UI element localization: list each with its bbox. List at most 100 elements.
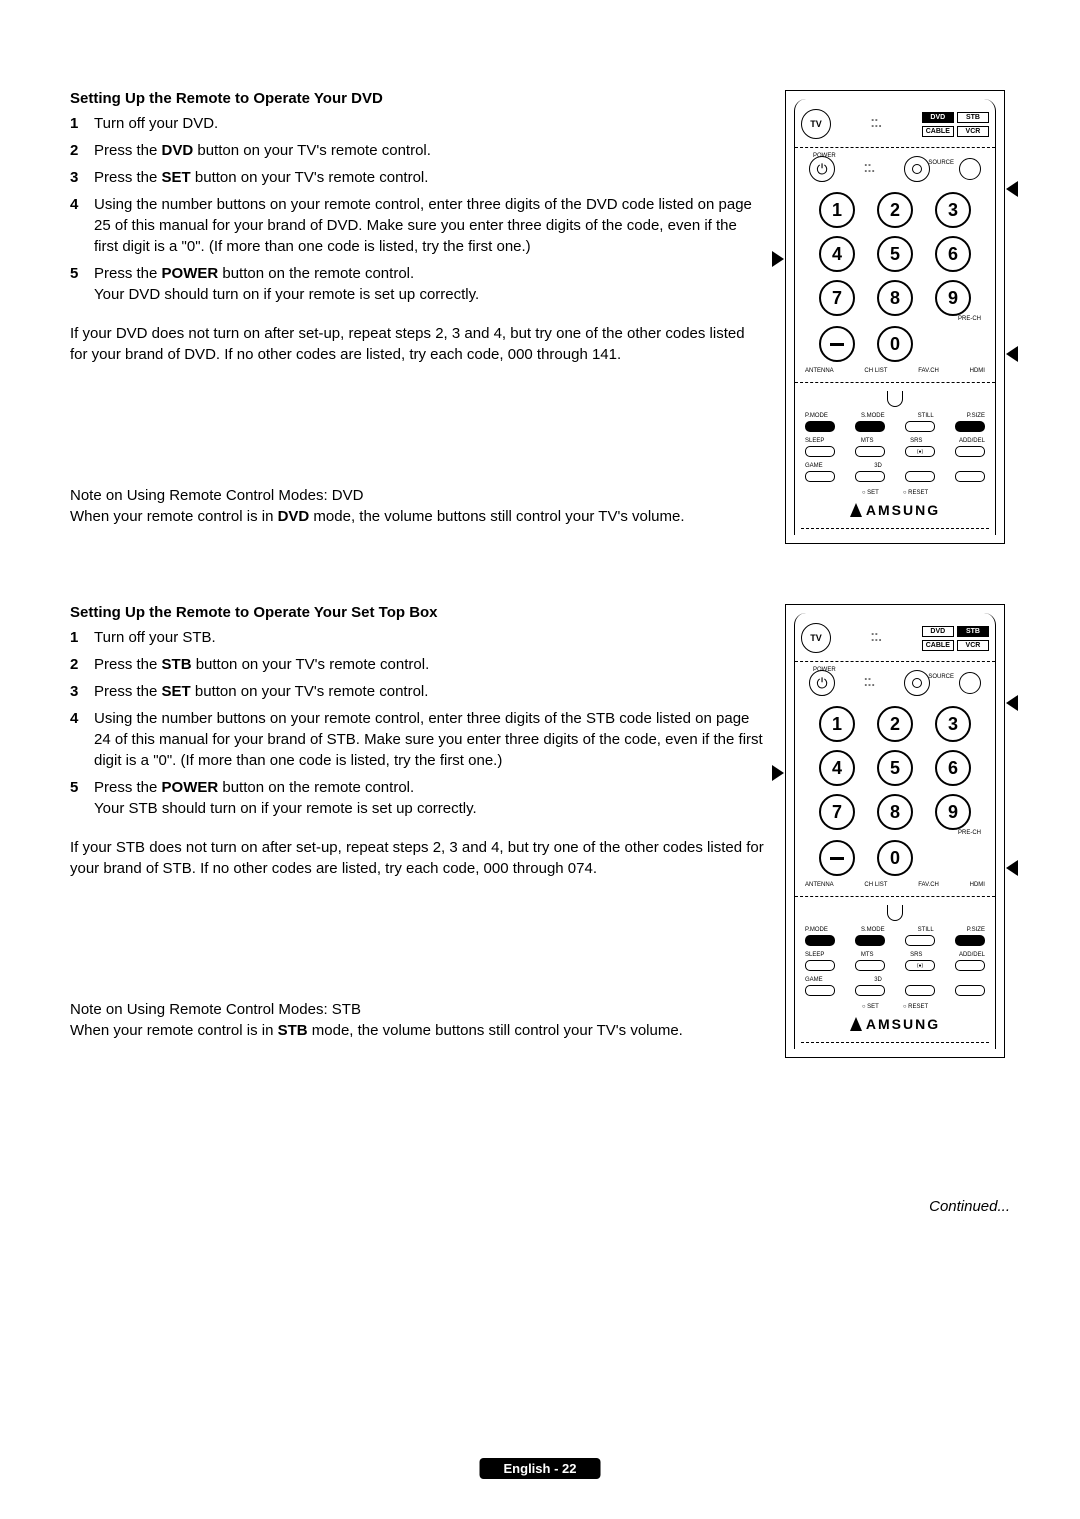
mini-button[interactable] xyxy=(955,960,985,971)
power-button[interactable] xyxy=(809,156,835,182)
label-game: GAME xyxy=(805,977,823,983)
mini-button[interactable] xyxy=(955,985,985,996)
section-0: Setting Up the Remote to Operate Your DV… xyxy=(70,90,1010,544)
mini-button[interactable] xyxy=(955,421,985,432)
num-1[interactable]: 1 xyxy=(819,192,855,228)
note-body: When your remote control is in STB mode,… xyxy=(70,1020,765,1041)
half-button[interactable] xyxy=(887,905,903,921)
pointer-arrow xyxy=(1006,860,1018,876)
mini-button[interactable] xyxy=(855,960,885,971)
pointer-arrow xyxy=(1006,695,1018,711)
num-6[interactable]: 6 xyxy=(935,236,971,272)
mini-button[interactable] xyxy=(905,985,935,996)
tv-button[interactable]: TV xyxy=(801,623,831,653)
label-hdmi: HDMI xyxy=(970,368,985,374)
source-button[interactable] xyxy=(904,156,930,182)
mode-dvd[interactable]: DVD xyxy=(922,112,954,123)
mini-button[interactable] xyxy=(855,446,885,457)
mini-button[interactable] xyxy=(855,935,885,946)
mini-button[interactable] xyxy=(805,960,835,971)
step-item: 3 Press the SET button on your TV's remo… xyxy=(70,681,765,702)
mini-button[interactable] xyxy=(905,471,935,482)
step-text: Press the STB button on your TV's remote… xyxy=(94,654,765,675)
mini-button[interactable] xyxy=(905,421,935,432)
num-0[interactable]: 0 xyxy=(877,840,913,876)
num-9[interactable]: 9 xyxy=(935,794,971,830)
label-s.mode: S.MODE xyxy=(861,413,885,419)
num-9[interactable]: 9 xyxy=(935,280,971,316)
dots: ∘∘∘∘∘ xyxy=(864,677,875,689)
mini-button[interactable] xyxy=(955,935,985,946)
label-antenna: ANTENNA xyxy=(805,882,834,888)
dash-button[interactable] xyxy=(819,326,855,362)
dash-button[interactable] xyxy=(819,840,855,876)
step-list: 1 Turn off your DVD. 2 Press the DVD but… xyxy=(70,113,765,305)
mode-stb[interactable]: STB xyxy=(957,626,989,637)
label-ch list: CH LIST xyxy=(864,882,887,888)
tv-button[interactable]: TV xyxy=(801,109,831,139)
num-3[interactable]: 3 xyxy=(935,706,971,742)
label-ch list: CH LIST xyxy=(864,368,887,374)
mini-button[interactable] xyxy=(805,421,835,432)
pointer-arrow xyxy=(772,765,784,781)
mini-button[interactable] xyxy=(855,985,885,996)
small-button[interactable] xyxy=(959,672,981,694)
section-heading: Setting Up the Remote to Operate Your DV… xyxy=(70,90,765,107)
num-8[interactable]: 8 xyxy=(877,280,913,316)
mode-vcr[interactable]: VCR xyxy=(957,640,989,651)
srs-button[interactable]: (●) xyxy=(905,960,935,971)
label-srs: SRS xyxy=(910,952,922,958)
num-5[interactable]: 5 xyxy=(877,236,913,272)
num-7[interactable]: 7 xyxy=(819,280,855,316)
srs-button[interactable]: (●) xyxy=(905,446,935,457)
source-button[interactable] xyxy=(904,670,930,696)
num-3[interactable]: 3 xyxy=(935,192,971,228)
note-block: Note on Using Remote Control Modes: STB … xyxy=(70,999,765,1041)
mini-button[interactable] xyxy=(855,421,885,432)
num-4[interactable]: 4 xyxy=(819,750,855,786)
page-footer: English - 22 xyxy=(480,1458,601,1479)
mode-vcr[interactable]: VCR xyxy=(957,126,989,137)
step-number: 4 xyxy=(70,708,94,771)
num-8[interactable]: 8 xyxy=(877,794,913,830)
num-0[interactable]: 0 xyxy=(877,326,913,362)
half-button[interactable] xyxy=(887,391,903,407)
section-heading: Setting Up the Remote to Operate Your Se… xyxy=(70,604,765,621)
num-2[interactable]: 2 xyxy=(877,192,913,228)
power-label: POWER xyxy=(813,667,836,673)
mini-button[interactable] xyxy=(905,935,935,946)
source-label: SOURCE xyxy=(928,674,954,680)
reset-label: RESET xyxy=(903,1004,928,1010)
mini-button[interactable] xyxy=(955,446,985,457)
num-7[interactable]: 7 xyxy=(819,794,855,830)
continued-text: Continued... xyxy=(70,1198,1010,1215)
mode-cable[interactable]: CABLE xyxy=(922,126,954,137)
mode-cable[interactable]: CABLE xyxy=(922,640,954,651)
num-2[interactable]: 2 xyxy=(877,706,913,742)
pointer-arrow xyxy=(1006,346,1018,362)
num-5[interactable]: 5 xyxy=(877,750,913,786)
brand-logo: AMSUNG xyxy=(801,1016,989,1032)
label-antenna: ANTENNA xyxy=(805,368,834,374)
num-1[interactable]: 1 xyxy=(819,706,855,742)
num-6[interactable]: 6 xyxy=(935,750,971,786)
mini-button[interactable] xyxy=(805,985,835,996)
mini-button[interactable] xyxy=(805,446,835,457)
mini-button[interactable] xyxy=(805,471,835,482)
step-text: Turn off your STB. xyxy=(94,627,765,648)
power-button[interactable] xyxy=(809,670,835,696)
mini-button[interactable] xyxy=(805,935,835,946)
small-button[interactable] xyxy=(959,158,981,180)
step-number: 5 xyxy=(70,777,94,819)
mode-stb[interactable]: STB xyxy=(957,112,989,123)
mode-dvd[interactable]: DVD xyxy=(922,626,954,637)
label-s.mode: S.MODE xyxy=(861,927,885,933)
label-3d: 3D xyxy=(874,463,882,469)
mini-button[interactable] xyxy=(855,471,885,482)
set-label: SET xyxy=(862,490,879,496)
label-still: STILL xyxy=(918,927,934,933)
mini-button[interactable] xyxy=(955,471,985,482)
step-text: Using the number buttons on your remote … xyxy=(94,708,765,771)
num-4[interactable]: 4 xyxy=(819,236,855,272)
step-number: 3 xyxy=(70,167,94,188)
